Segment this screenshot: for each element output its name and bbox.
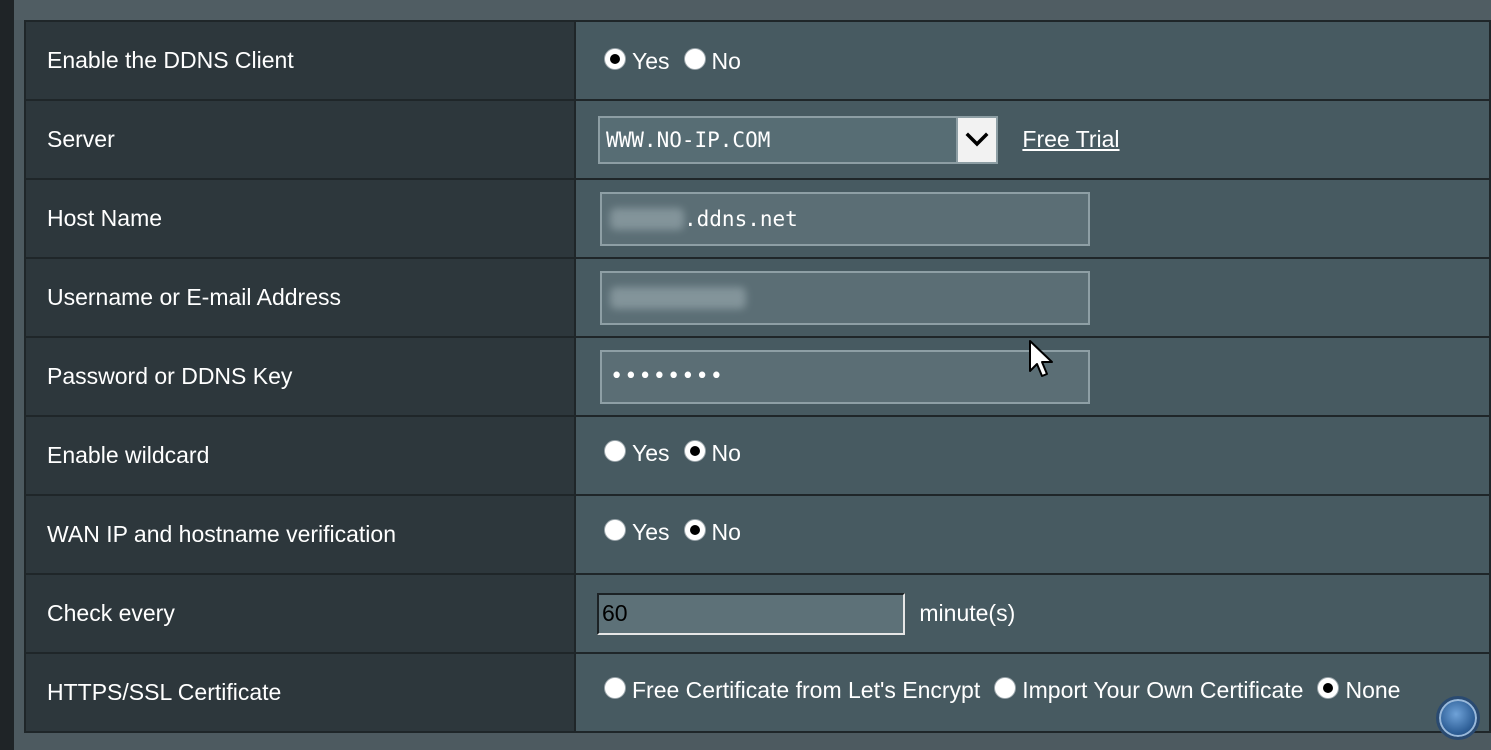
label-enable-ddns-client: Enable the DDNS Client	[24, 20, 576, 101]
row-enable-ddns-client: Enable the DDNS Client Yes No	[24, 20, 1491, 101]
value-wan-verification: Yes No	[574, 494, 1491, 575]
wildcard-radio-group: Yes No	[604, 439, 755, 467]
label-enable-wildcard: Enable wildcard	[24, 415, 576, 496]
cert-letsencrypt-radio[interactable]	[604, 676, 626, 699]
wildcard-yes-radio[interactable]	[604, 439, 626, 462]
value-host-name: .ddns.net	[574, 178, 1491, 259]
top-header-band	[14, 0, 1491, 20]
wildcard-no-option[interactable]: No	[683, 439, 741, 467]
left-edge-border	[0, 0, 14, 750]
value-check-every: 60 minute(s)	[574, 573, 1491, 654]
cert-import-label: Import Your Own Certificate	[1022, 677, 1304, 704]
password-input[interactable]: ••••••••	[600, 349, 1090, 404]
server-select[interactable]: WWW.NO-IP.COM	[598, 115, 998, 164]
row-password: Password or DDNS Key ••••••••	[24, 336, 1491, 417]
server-select-value: WWW.NO-IP.COM	[606, 127, 771, 152]
wan-verify-yes-radio[interactable]	[604, 518, 626, 541]
wan-verify-no-radio[interactable]	[683, 518, 706, 541]
cert-letsencrypt-option[interactable]: Free Certificate from Let's Encrypt	[604, 676, 981, 704]
row-https-certificate: HTTPS/SSL Certificate Free Certificate f…	[24, 652, 1491, 733]
row-host-name: Host Name .ddns.net	[24, 178, 1491, 259]
ddns-client-no-option[interactable]: No	[683, 47, 741, 75]
cert-import-radio[interactable]	[994, 676, 1017, 699]
row-enable-wildcard: Enable wildcard Yes No	[24, 415, 1491, 496]
value-https-certificate: Free Certificate from Let's Encrypt Impo…	[574, 652, 1491, 733]
check-interval-input[interactable]: 60	[597, 592, 905, 635]
wan-verify-radio-group: Yes No	[604, 518, 755, 546]
check-interval-unit: minute(s)	[919, 600, 1016, 626]
ddns-client-radio-group: Yes No	[604, 47, 755, 75]
ddns-client-no-label: No	[711, 48, 741, 75]
cert-letsencrypt-label: Free Certificate from Let's Encrypt	[632, 677, 981, 704]
wan-verify-no-option[interactable]: No	[683, 518, 741, 546]
wan-verify-no-label: No	[711, 519, 741, 546]
redacted-username	[610, 286, 746, 309]
row-username: Username or E-mail Address	[24, 257, 1491, 338]
cert-import-option[interactable]: Import Your Own Certificate	[994, 676, 1304, 704]
label-server: Server	[24, 99, 576, 180]
cert-none-radio[interactable]	[1317, 676, 1340, 699]
label-password: Password or DDNS Key	[24, 336, 576, 417]
password-masked-value: ••••••••	[610, 364, 724, 389]
free-trial-link[interactable]: Free Trial	[1022, 126, 1119, 152]
label-check-every: Check every	[24, 573, 576, 654]
wan-verify-yes-option[interactable]: Yes	[604, 518, 670, 546]
label-username: Username or E-mail Address	[24, 257, 576, 338]
floating-action-button[interactable]	[1436, 696, 1480, 740]
ddns-client-yes-option[interactable]: Yes	[604, 47, 670, 75]
ddns-client-no-radio[interactable]	[683, 47, 706, 70]
wildcard-no-label: No	[711, 440, 741, 467]
value-enable-wildcard: Yes No	[574, 415, 1491, 496]
host-name-suffix: .ddns.net	[684, 206, 798, 231]
wildcard-yes-label: Yes	[632, 440, 670, 467]
ddns-client-yes-label: Yes	[632, 48, 670, 75]
value-password: ••••••••	[574, 336, 1491, 417]
row-check-every: Check every 60 minute(s)	[24, 573, 1491, 654]
value-enable-ddns-client: Yes No	[574, 20, 1491, 101]
username-input[interactable]	[600, 270, 1090, 325]
chevron-down-icon[interactable]	[956, 117, 996, 162]
label-wan-verification: WAN IP and hostname verification	[24, 494, 576, 575]
row-server: Server WWW.NO-IP.COM Free Trial	[24, 99, 1491, 180]
wan-verify-yes-label: Yes	[632, 519, 670, 546]
row-wan-verification: WAN IP and hostname verification Yes No	[24, 494, 1491, 575]
ddns-settings-table: Enable the DDNS Client Yes No Server WWW…	[24, 20, 1491, 733]
wildcard-no-radio[interactable]	[683, 439, 706, 462]
cert-none-label: None	[1345, 677, 1401, 704]
cert-none-option[interactable]: None	[1317, 676, 1401, 704]
wildcard-yes-option[interactable]: Yes	[604, 439, 670, 467]
https-cert-radio-group: Free Certificate from Let's Encrypt Impo…	[604, 676, 1414, 704]
value-server: WWW.NO-IP.COM Free Trial	[574, 99, 1491, 180]
label-https-certificate: HTTPS/SSL Certificate	[24, 652, 576, 733]
value-username	[574, 257, 1491, 338]
redacted-hostname	[610, 207, 684, 230]
host-name-input[interactable]: .ddns.net	[600, 191, 1090, 246]
label-host-name: Host Name	[24, 178, 576, 259]
ddns-client-yes-radio[interactable]	[604, 47, 626, 70]
ddns-settings-panel: Enable the DDNS Client Yes No Server WWW…	[0, 0, 1491, 750]
